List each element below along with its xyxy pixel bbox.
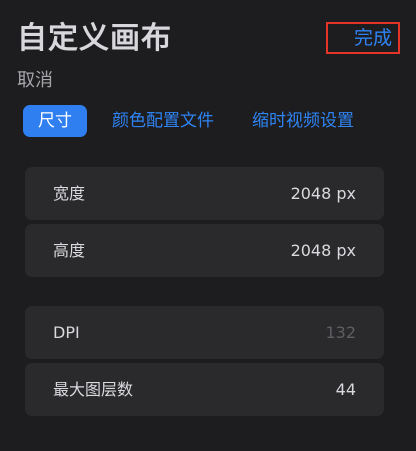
- tab-timelapse-settings[interactable]: 缩时视频设置: [252, 105, 354, 137]
- page-title: 自定义画布: [17, 21, 172, 56]
- size-group: 宽度 2048 px 高度 2048 px: [25, 167, 384, 281]
- info-group: DPI 132 最大图层数 44: [25, 306, 384, 420]
- height-value[interactable]: 2048 px: [291, 224, 356, 277]
- tab-size[interactable]: 尺寸: [23, 105, 87, 137]
- height-row[interactable]: 高度 2048 px: [25, 224, 384, 277]
- width-value[interactable]: 2048 px: [291, 167, 356, 220]
- dpi-row[interactable]: DPI 132: [25, 306, 384, 359]
- max-layers-value: 44: [335, 380, 356, 399]
- done-button[interactable]: 完成: [326, 22, 400, 54]
- tab-color-profile[interactable]: 颜色配置文件: [112, 105, 214, 137]
- height-label: 高度: [53, 241, 86, 260]
- dpi-label: DPI: [53, 323, 80, 342]
- tab-bar: 尺寸 颜色配置文件 缩时视频设置: [23, 105, 354, 137]
- cancel-button[interactable]: 取消: [17, 66, 53, 92]
- custom-canvas-panel: 自定义画布 完成 取消 尺寸 颜色配置文件 缩时视频设置 宽度 2048 px …: [0, 0, 416, 451]
- dpi-value: 132: [325, 323, 356, 342]
- width-label: 宽度: [53, 184, 86, 203]
- width-row[interactable]: 宽度 2048 px: [25, 167, 384, 220]
- max-layers-label: 最大图层数: [53, 380, 134, 399]
- max-layers-row: 最大图层数 44: [25, 363, 384, 416]
